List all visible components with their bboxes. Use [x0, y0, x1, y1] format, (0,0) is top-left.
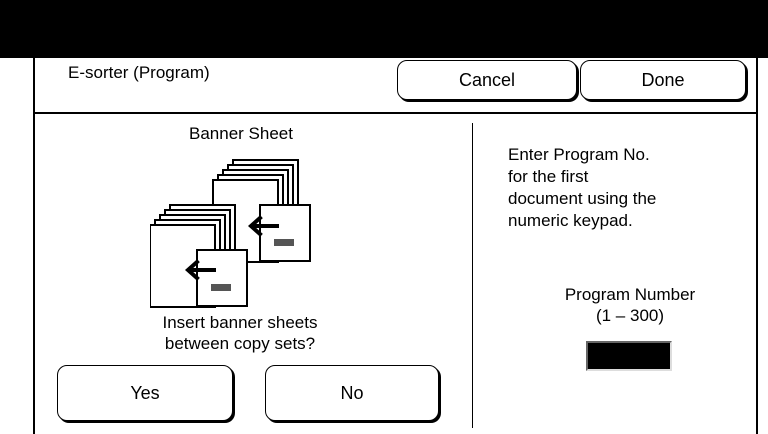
dialog-title: E-sorter (Program) — [68, 63, 210, 82]
program-number-field[interactable] — [586, 341, 672, 371]
program-number-range: (1 – 300) — [595, 306, 665, 325]
yes-button[interactable]: Yes — [57, 365, 233, 421]
done-button[interactable]: Done — [580, 60, 746, 100]
banner-sheet-insert-icon — [150, 159, 311, 308]
instruction-line-2: for the first — [508, 167, 589, 186]
program-number-label: Program Number — [564, 285, 696, 304]
instruction-line-1: Enter Program No. — [508, 145, 650, 164]
header-divider — [33, 112, 758, 114]
banner-question-line-1: Insert banner sheets — [162, 313, 318, 332]
no-button[interactable]: No — [265, 365, 439, 421]
banner-sheet-heading: Banner Sheet — [189, 124, 293, 143]
instruction-line-4: numeric keypad. — [508, 211, 633, 230]
top-bar — [0, 0, 768, 58]
instruction-line-3: document using the — [508, 189, 657, 208]
banner-question-line-2: between copy sets? — [164, 334, 316, 353]
panel-divider — [472, 123, 473, 428]
cancel-button[interactable]: Cancel — [397, 60, 577, 100]
